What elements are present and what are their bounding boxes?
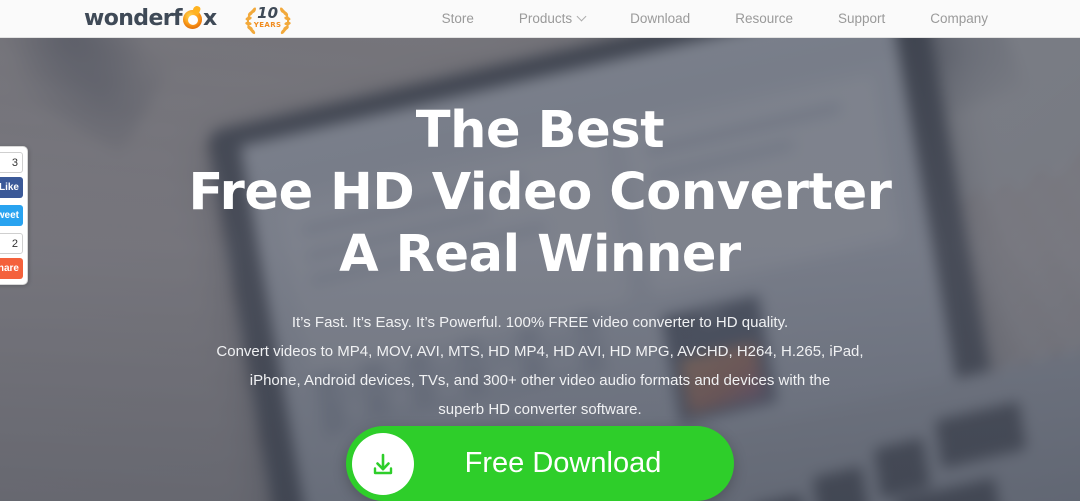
anniversary-badge: 10 YEARS xyxy=(240,2,296,36)
nav-item-company[interactable]: Company xyxy=(930,11,988,26)
logo-text-after: x xyxy=(203,6,217,31)
free-download-button[interactable]: Free Download xyxy=(346,426,734,501)
reddit-share-count: 2 xyxy=(0,233,23,254)
twitter-tweet-button[interactable]: Tweet xyxy=(0,205,23,226)
subcopy-line-4: superb HD converter software. xyxy=(438,401,642,418)
headline-line-3: A Real Winner xyxy=(339,225,741,284)
nav-label-support: Support xyxy=(837,11,886,26)
nav-item-download[interactable]: Download xyxy=(630,11,690,26)
nav-label-products: Products xyxy=(518,11,573,26)
site-header: wonderf x 10 YEARS Store Products Downlo… xyxy=(0,0,1080,38)
badge-years-label: YEARS xyxy=(253,20,282,29)
facebook-like-button[interactable]: Like xyxy=(0,177,23,198)
brand-logo[interactable]: wonderf x xyxy=(84,6,217,31)
subcopy-line-1: It’s Fast. It’s Easy. It’s Powerful. 100… xyxy=(291,314,789,331)
logo-text-before: wonderf xyxy=(84,6,183,31)
headline-line-1: The Best xyxy=(415,101,665,160)
nav-label-download: Download xyxy=(630,11,691,26)
download-button-label: Free Download xyxy=(464,447,662,479)
subcopy-line-2: Convert videos to MP4, MOV, AVI, MTS, HD… xyxy=(216,343,864,360)
nav-item-support[interactable]: Support xyxy=(838,11,885,26)
main-navigation: Store Products Download Resource Support… xyxy=(442,11,988,26)
chevron-down-icon xyxy=(576,11,587,22)
hero-description: It’s Fast. It’s Easy. It’s Powerful. 100… xyxy=(0,308,1080,424)
hero-headline: The Best Free HD Video Converter A Real … xyxy=(0,100,1080,286)
nav-label-store: Store xyxy=(441,11,474,26)
download-arrow-icon xyxy=(373,453,393,474)
subcopy-line-3: iPhone, Android devices, TVs, and 300+ o… xyxy=(249,372,831,389)
badge-number: 10 xyxy=(257,3,279,22)
fox-logo-icon xyxy=(183,10,202,29)
nav-item-resource[interactable]: Resource xyxy=(735,11,793,26)
nav-item-store[interactable]: Store xyxy=(442,11,474,26)
download-icon-badge xyxy=(352,432,414,495)
facebook-like-count: 3 xyxy=(0,152,23,173)
reddit-share-button[interactable]: Share xyxy=(0,258,23,279)
logo-wordmark: wonderf x xyxy=(84,6,217,31)
nav-label-resource: Resource xyxy=(735,11,793,26)
headline-line-2: Free HD Video Converter xyxy=(188,163,892,222)
nav-item-products[interactable]: Products xyxy=(518,11,587,26)
social-share-widget: 3 Like Tweet 2 Share xyxy=(0,146,28,285)
nav-label-company: Company xyxy=(930,11,989,26)
